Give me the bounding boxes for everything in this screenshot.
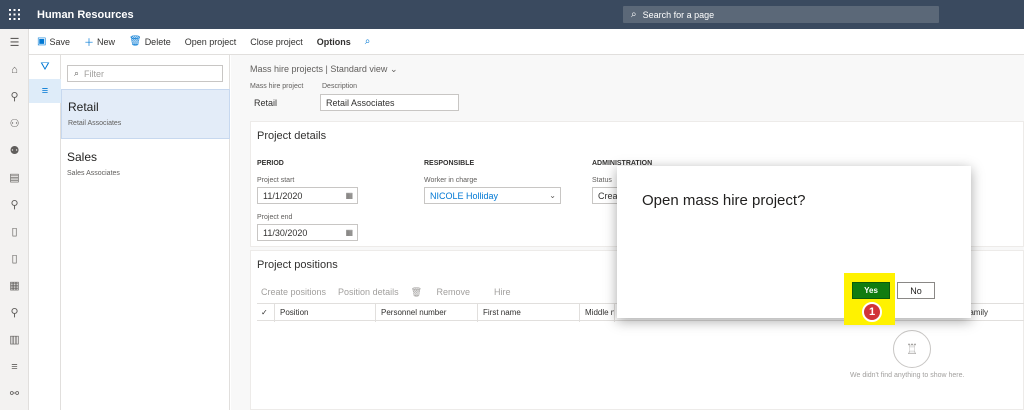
list-item-retail[interactable]: Retail Retail Associates [61, 89, 230, 139]
org-icon[interactable]: ⚇ [0, 110, 29, 137]
responsible-group: RESPONSIBLE [424, 160, 475, 167]
column-middle-name[interactable]: Middle na [580, 304, 615, 322]
calendar-icon[interactable]: ▦ [345, 228, 353, 237]
hierarchy-icon[interactable]: ⚯ [0, 380, 29, 407]
yes-button[interactable]: Yes [852, 282, 890, 299]
status-label: Status [592, 177, 612, 184]
workers-icon[interactable]: ⚉ [0, 137, 29, 164]
filter-icon[interactable]: ⛛ [29, 55, 61, 79]
home-icon[interactable]: ⌂ [0, 56, 29, 83]
position-details-button[interactable]: Position details [338, 287, 399, 298]
chevron-down-icon: ⌄ [389, 64, 398, 74]
trash-icon: 🗑 [128, 36, 142, 47]
hamburger-menu-icon[interactable]: ☰ [0, 29, 29, 56]
action-search-button[interactable]: ⌕ [365, 36, 374, 47]
save-button[interactable]: ▣ Save [37, 36, 70, 47]
column-first-name[interactable]: First name [478, 304, 580, 322]
list-icon[interactable]: ≡ [0, 353, 29, 380]
remove-button[interactable]: 🗑 Remove [411, 287, 482, 298]
project-end-field[interactable]: 11/30/2020 ▦ [257, 224, 358, 241]
person-settings-icon[interactable]: ⚲ [0, 299, 29, 326]
people-icon[interactable]: ⚲ [0, 83, 29, 110]
nav-rail: ☰ ⌂ ⚲ ⚇ ⚉ ▤ ⚲ ▯ ▯ ▦ ⚲ ▥ ≡ ⚯ [0, 29, 29, 410]
view-selector[interactable]: Standard view [330, 64, 387, 74]
project-value: Retail [254, 98, 278, 108]
worker-label: Worker in charge [424, 177, 478, 184]
app-title: Human Resources [37, 8, 134, 21]
period-group: PERIOD [257, 160, 284, 167]
worker-field[interactable]: NICOLE Holliday ⌄ [424, 187, 561, 204]
search-icon: ⌕ [74, 68, 80, 78]
top-bar: Human Resources ⌕ Search for a page [0, 0, 1024, 29]
no-button[interactable]: No [897, 282, 935, 299]
trash-icon: 🗑 [410, 287, 425, 297]
action-bar: ▣ Save ＋ New 🗑 Delete Open project Close pr… [29, 29, 1024, 55]
description-field[interactable]: Retail Associates [320, 94, 459, 111]
document-icon[interactable]: ▯ [0, 218, 29, 245]
project-end-label: Project end [257, 214, 293, 221]
create-positions-button[interactable]: Create positions [261, 287, 326, 298]
open-project-button[interactable]: Open project [185, 37, 237, 47]
search-placeholder: Search for a page [642, 9, 715, 20]
search-box[interactable]: ⌕ Search for a page [623, 6, 939, 23]
chevron-down-icon[interactable]: ⌄ [549, 191, 556, 200]
search-icon: ⌕ [364, 36, 371, 47]
calendar-icon[interactable]: ▦ [345, 191, 353, 200]
project-start-field[interactable]: 11/1/2020 ▦ [257, 187, 358, 204]
description-label: Description [322, 83, 358, 90]
app-launcher-icon[interactable] [0, 0, 29, 29]
plus-icon: ＋ [83, 38, 94, 49]
project-start-label: Project start [257, 177, 295, 184]
list-item-sales[interactable]: Sales Sales Associates [61, 140, 230, 190]
select-all-checkbox[interactable]: ✓ [257, 304, 275, 322]
document-edit-icon[interactable]: ▯ [0, 245, 29, 272]
empty-state-icon: ♖ [893, 330, 931, 368]
save-icon: ▣ [37, 36, 47, 47]
empty-state-text: We didn't find anything to show here. [850, 372, 965, 379]
column-position[interactable]: Position [275, 304, 376, 322]
filter-input[interactable]: ⌕ Filter [67, 65, 223, 82]
project-details-title[interactable]: Project details [251, 122, 1023, 150]
project-label: Mass hire project [250, 83, 304, 90]
breadcrumb: Mass hire projects | Standard view ⌄ [250, 64, 398, 74]
column-personnel-number[interactable]: Personnel number [376, 304, 478, 322]
new-button[interactable]: ＋ New [83, 34, 115, 50]
list-panel-tools: ⛛ ≡ [29, 55, 61, 410]
list-panel: ⛛ ≡ ⌕ Filter Retail Retail Associates Sa… [29, 55, 230, 410]
positions-toolbar: Create positions Position details 🗑 Remo… [261, 287, 523, 298]
close-project-button[interactable]: Close project [250, 37, 303, 47]
hire-button[interactable]: Hire [494, 287, 511, 298]
clipboard-icon[interactable]: ▤ [0, 164, 29, 191]
search-icon: ⌕ [631, 9, 637, 20]
list-view-icon[interactable]: ≡ [29, 79, 61, 103]
dialog-title: Open mass hire project? [642, 192, 806, 209]
options-button[interactable]: Options [317, 37, 351, 47]
person-icon[interactable]: ⚲ [0, 191, 29, 218]
step-callout-badge: 1 [862, 302, 882, 322]
table-icon[interactable]: ▦ [0, 272, 29, 299]
chart-icon[interactable]: ▥ [0, 326, 29, 353]
delete-button[interactable]: 🗑 Delete [129, 36, 171, 47]
